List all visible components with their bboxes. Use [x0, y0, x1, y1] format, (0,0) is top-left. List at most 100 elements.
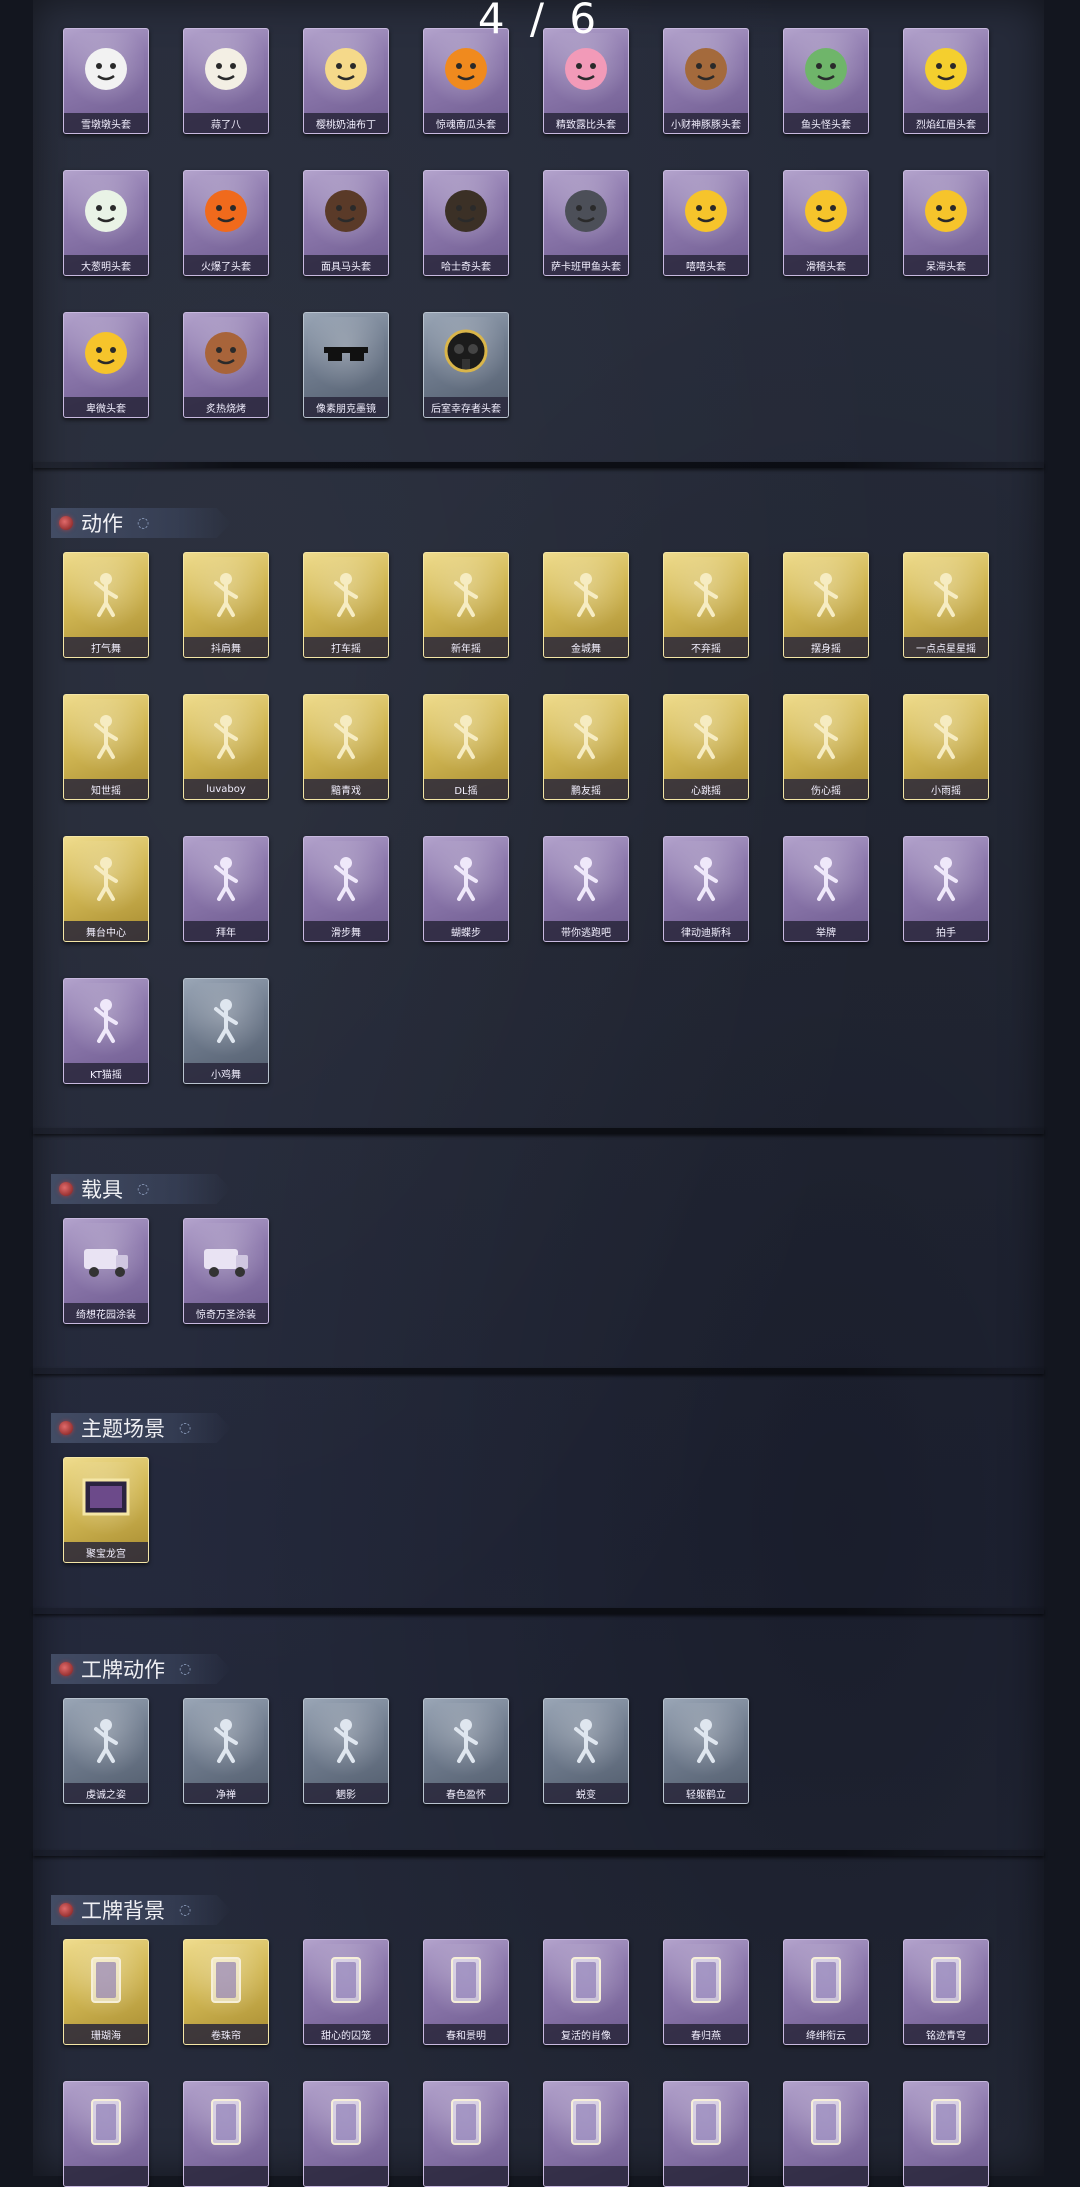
collection-item[interactable]: 呆滞头套: [903, 170, 989, 276]
collection-item[interactable]: 珊瑚海: [63, 1939, 149, 2045]
collection-item[interactable]: 打车摇: [303, 552, 389, 658]
collection-item[interactable]: 新年摇: [423, 552, 509, 658]
item-label: 净禅: [216, 1789, 236, 1801]
item-label-bar: 哈士奇头套: [424, 255, 508, 275]
collection-item[interactable]: 春归燕: [663, 1939, 749, 2045]
collection-item[interactable]: 大葱明头套: [63, 170, 149, 276]
collection-item[interactable]: 铭迹青穹: [903, 1939, 989, 2045]
collection-item[interactable]: [543, 2081, 629, 2187]
collection-item[interactable]: 像素朋克墨镜: [303, 312, 389, 418]
collection-item[interactable]: 卷珠帘: [183, 1939, 269, 2045]
collection-item[interactable]: 心跳摇: [663, 694, 749, 800]
item-label-bar: 面具马头套: [304, 255, 388, 275]
collection-item[interactable]: 面具马头套: [303, 170, 389, 276]
collection-item[interactable]: 绮想花园涂装: [63, 1218, 149, 1324]
collection-item[interactable]: luvaboy: [183, 694, 269, 800]
item-label: 拜年: [216, 927, 236, 939]
collection-item[interactable]: 舞台中心: [63, 836, 149, 942]
collection-item[interactable]: 拍手: [903, 836, 989, 942]
dance-pose-icon: [198, 565, 254, 621]
item-label-bar: 举牌: [784, 921, 868, 941]
collection-item[interactable]: 小鸡舞: [183, 978, 269, 1084]
collection-item[interactable]: 魍影: [303, 1698, 389, 1804]
collection-item[interactable]: 蝴蝶步: [423, 836, 509, 942]
collection-item[interactable]: 净禅: [183, 1698, 269, 1804]
item-label: 春和景明: [446, 2030, 486, 2042]
collection-item[interactable]: 黯青戏: [303, 694, 389, 800]
collection-item[interactable]: 春和景明: [423, 1939, 509, 2045]
collection-item[interactable]: 金城舞: [543, 552, 629, 658]
collection-item[interactable]: [903, 2081, 989, 2187]
collection-item[interactable]: 蒜了八: [183, 28, 269, 134]
garlic-icon: [198, 41, 254, 97]
collection-item[interactable]: 雪墩墩头套: [63, 28, 149, 134]
item-card: 轻躯鹤立: [663, 1698, 749, 1804]
collection-item[interactable]: 萨卡班甲鱼头套: [543, 170, 629, 276]
collection-item[interactable]: [183, 2081, 269, 2187]
collection-item[interactable]: 精致露比头套: [543, 28, 629, 134]
collection-item[interactable]: 卑微头套: [63, 312, 149, 418]
collection-item[interactable]: 伤心摇: [783, 694, 869, 800]
item-label-bar: KT猫摇: [64, 1063, 148, 1083]
collection-item[interactable]: 不弃摇: [663, 552, 749, 658]
collection-item[interactable]: 鹏友摇: [543, 694, 629, 800]
collection-item[interactable]: 抖肩舞: [183, 552, 269, 658]
collection-item[interactable]: [783, 2081, 869, 2187]
collection-item[interactable]: [63, 2081, 149, 2187]
item-label: 知世摇: [91, 785, 121, 797]
bbq-icon: [198, 325, 254, 381]
collection-item[interactable]: 律动迪斯科: [663, 836, 749, 942]
item-label: 烈焰红眉头套: [916, 119, 976, 131]
collection-item[interactable]: 绛绯衔云: [783, 1939, 869, 2045]
dance-pose-icon: [198, 991, 254, 1047]
collection-item[interactable]: 复活的肖像: [543, 1939, 629, 2045]
collection-item[interactable]: 后室幸存者头套: [423, 312, 509, 418]
collection-item[interactable]: 鱼头怪头套: [783, 28, 869, 134]
collection-item[interactable]: [423, 2081, 509, 2187]
collection-item[interactable]: 滑稽头套: [783, 170, 869, 276]
collection-item[interactable]: 蜕变: [543, 1698, 629, 1804]
item-label-bar: 精致露比头套: [544, 113, 628, 133]
collection-item[interactable]: 轻躯鹤立: [663, 1698, 749, 1804]
collection-item[interactable]: 举牌: [783, 836, 869, 942]
card-spring-icon: [438, 1952, 494, 2008]
collection-item[interactable]: 带你逃跑吧: [543, 836, 629, 942]
collection-item[interactable]: 哈士奇头套: [423, 170, 509, 276]
dance-pose-icon: [798, 849, 854, 905]
collection-item[interactable]: DL摇: [423, 694, 509, 800]
collection-item[interactable]: 甜心的囚笼: [303, 1939, 389, 2045]
item-label: 举牌: [816, 927, 836, 939]
collection-item[interactable]: [663, 2081, 749, 2187]
item-card: 甜心的囚笼: [303, 1939, 389, 2045]
section-header: 主题场景 ◌: [51, 1413, 231, 1443]
item-card: 惊魂南瓜头套: [423, 28, 509, 134]
collection-item[interactable]: 虔诚之姿: [63, 1698, 149, 1804]
collection-item[interactable]: 春色盈怀: [423, 1698, 509, 1804]
collection-item[interactable]: KT猫摇: [63, 978, 149, 1084]
collection-item[interactable]: 惊魂南瓜头套: [423, 28, 509, 134]
collection-item[interactable]: 一点点星星摇: [903, 552, 989, 658]
item-card: 惊奇万圣涂装: [183, 1218, 269, 1324]
card-pink-icon: [318, 1952, 374, 2008]
collection-item[interactable]: [303, 2081, 389, 2187]
collection-item[interactable]: 打气舞: [63, 552, 149, 658]
item-label-bar: 惊魂南瓜头套: [424, 113, 508, 133]
collection-item[interactable]: 樱桃奶油布丁: [303, 28, 389, 134]
collection-item[interactable]: 火爆了头套: [183, 170, 269, 276]
collection-item[interactable]: 小雨摇: [903, 694, 989, 800]
item-card: 打气舞: [63, 552, 149, 658]
collection-item[interactable]: 嘻嘻头套: [663, 170, 749, 276]
collection-item[interactable]: 惊奇万圣涂装: [183, 1218, 269, 1324]
collection-item[interactable]: 烈焰红眉头套: [903, 28, 989, 134]
collection-item[interactable]: 摆身摇: [783, 552, 869, 658]
item-label-bar: 净禅: [184, 1783, 268, 1803]
collection-item[interactable]: 拜年: [183, 836, 269, 942]
item-card: [783, 2081, 869, 2187]
collection-item[interactable]: 滑步舞: [303, 836, 389, 942]
collection-item[interactable]: 知世摇: [63, 694, 149, 800]
item-label: 抖肩舞: [211, 643, 241, 655]
item-card: 面具马头套: [303, 170, 389, 276]
collection-item[interactable]: 聚宝龙宫: [63, 1457, 149, 1563]
collection-item[interactable]: 炙热烧烤: [183, 312, 269, 418]
collection-item[interactable]: 小财神豚豚头套: [663, 28, 749, 134]
